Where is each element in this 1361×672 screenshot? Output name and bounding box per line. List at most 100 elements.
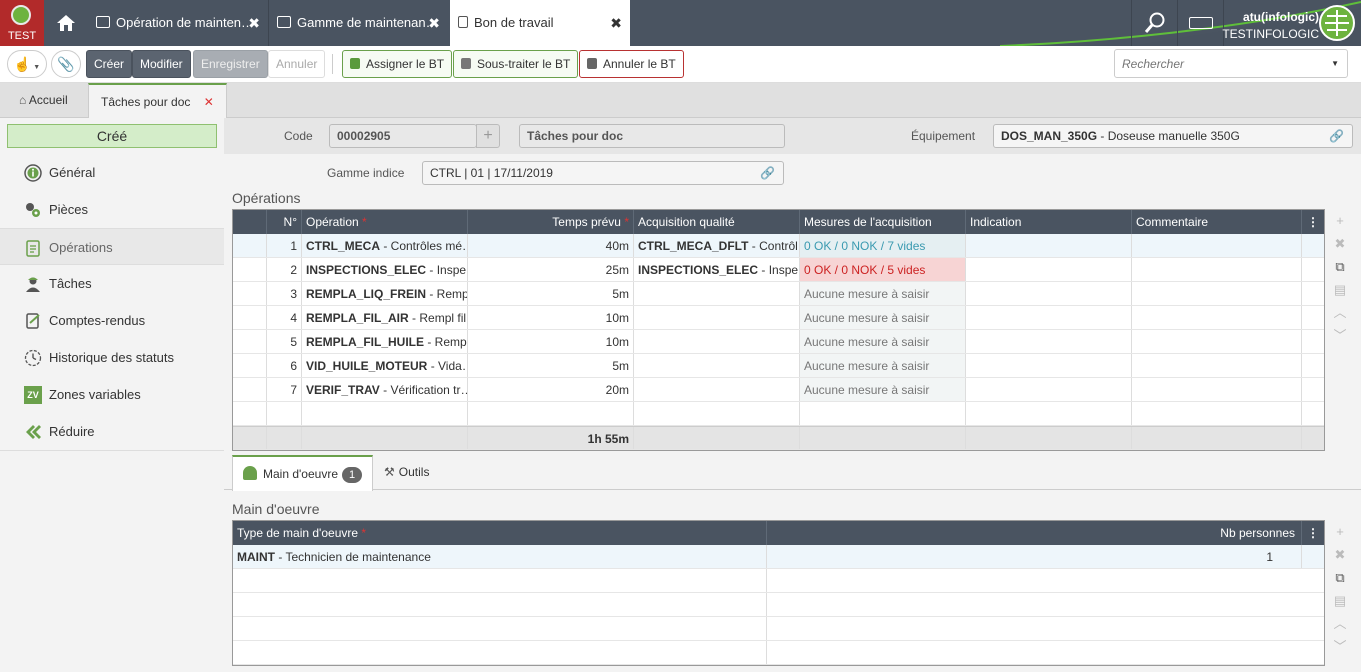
search-input[interactable] (1115, 50, 1315, 77)
op-indication-cell[interactable] (966, 258, 1132, 281)
table-row-empty[interactable] (233, 617, 1324, 641)
title-field[interactable]: Tâches pour doc (519, 124, 785, 148)
table-row-empty[interactable] (233, 569, 1324, 593)
op-indication-cell[interactable] (966, 234, 1132, 257)
op-commentaire-cell[interactable] (1132, 282, 1302, 305)
attachment-button[interactable]: 📎 (51, 50, 81, 78)
op-acquisition-cell[interactable] (634, 378, 800, 401)
op-mesures-cell[interactable]: Aucune mesure à saisir (800, 354, 966, 377)
link-icon[interactable]: 🔗 (760, 162, 775, 184)
sidebar-item-comptes-rendus[interactable]: Comptes-rendus (0, 302, 224, 339)
paste-icon[interactable]: ▤ (1329, 589, 1351, 612)
table-row[interactable]: 4REMPLA_FIL_AIR - Rempl fil…10mAucune me… (233, 306, 1324, 330)
row-select-cell[interactable] (233, 306, 267, 329)
sidebar-item-zones-variables[interactable]: ZV Zones variables (0, 376, 224, 413)
user-menu[interactable]: atu(infologic) TESTINFOLOGIC (1222, 0, 1361, 46)
op-acquisition-cell[interactable]: INSPECTIONS_ELEC - Inspe… (634, 258, 800, 281)
op-temps-cell[interactable]: 20m (468, 378, 634, 401)
op-operation-cell[interactable]: REMPLA_LIQ_FREIN - Remp… (302, 282, 468, 305)
op-indication-cell[interactable] (966, 378, 1132, 401)
sidebar-item-taches[interactable]: Tâches (0, 265, 224, 302)
keyboard-button[interactable] (1177, 0, 1223, 46)
op-mesures-cell[interactable]: 0 OK / 0 NOK / 7 vides (800, 234, 966, 257)
table-row[interactable]: 2INSPECTIONS_ELEC - Inspe…25mINSPECTIONS… (233, 258, 1324, 282)
table-row-empty[interactable] (233, 593, 1324, 617)
op-commentaire-cell[interactable] (1132, 354, 1302, 377)
equipment-field[interactable]: DOS_MAN_350G - Doseuse manuelle 350G 🔗 (993, 124, 1353, 148)
op-operation-cell[interactable]: VERIF_TRAV - Vérification tr… (302, 378, 468, 401)
column-header-mesures[interactable]: Mesures de l'acquisition (800, 210, 966, 234)
subcontract-bt-button[interactable]: Sous-traiter le BT (453, 50, 579, 78)
op-temps-cell[interactable]: 10m (468, 330, 634, 353)
delete-row-icon[interactable]: ✖ (1329, 543, 1351, 566)
sidebar-item-operations[interactable]: Opérations (0, 228, 224, 265)
op-acquisition-cell[interactable]: CTRL_MECA_DFLT - Contrôl… (634, 234, 800, 257)
copy-icon[interactable]: ⧉ (1329, 566, 1351, 589)
op-mesures-cell[interactable]: 0 OK / 0 NOK / 5 vides (800, 258, 966, 281)
link-icon[interactable]: 🔗 (1329, 125, 1344, 147)
tab-outils[interactable]: ⚒ Outils (374, 455, 439, 490)
op-operation-cell[interactable]: INSPECTIONS_ELEC - Inspe… (302, 258, 468, 281)
op-operation-cell[interactable]: REMPLA_FIL_HUILE - Remp… (302, 330, 468, 353)
op-commentaire-cell[interactable] (1132, 258, 1302, 281)
row-select-cell[interactable] (233, 258, 267, 281)
column-header-indication[interactable]: Indication (966, 210, 1132, 234)
column-header-acquisition[interactable]: Acquisition qualité (634, 210, 800, 234)
tab-taches-pour-doc[interactable]: Tâches pour doc ✕ (88, 83, 227, 119)
create-button[interactable]: Créer (86, 50, 133, 78)
op-indication-cell[interactable] (966, 282, 1132, 305)
add-code-button[interactable]: + (476, 124, 500, 148)
move-up-icon[interactable]: ︿ (1329, 301, 1351, 324)
sidebar-item-general[interactable]: Général (0, 154, 224, 191)
table-row-empty[interactable] (233, 641, 1324, 665)
modify-button[interactable]: Modifier (132, 50, 191, 78)
row-select-cell[interactable] (233, 282, 267, 305)
op-acquisition-cell[interactable] (634, 330, 800, 353)
row-select-cell[interactable] (233, 354, 267, 377)
search-select[interactable]: ▼ (1114, 49, 1348, 78)
cancel-button[interactable]: Annuler (268, 50, 326, 78)
tab-accueil[interactable]: ⌂ Accueil (7, 83, 80, 118)
table-row[interactable]: MAINT - Technicien de maintenance 1 (233, 545, 1324, 569)
table-row[interactable]: 6VID_HUILE_MOTEUR - Vida…5mAucune mesure… (233, 354, 1324, 378)
delete-row-icon[interactable]: ✖ (1329, 232, 1351, 255)
op-commentaire-cell[interactable] (1132, 234, 1302, 257)
close-icon[interactable]: ✖ (428, 0, 440, 46)
global-search-button[interactable] (1131, 0, 1177, 46)
table-row[interactable]: 1 CTRL_MECA - Contrôles mé… 40m CTRL_MECA_D… (233, 234, 1324, 258)
home-button[interactable] (44, 0, 88, 46)
op-indication-cell[interactable] (966, 330, 1132, 353)
move-up-icon[interactable]: ︿ (1329, 612, 1351, 635)
sidebar-item-reduire[interactable]: Réduire (0, 413, 224, 450)
op-mesures-cell[interactable]: Aucune mesure à saisir (800, 282, 966, 305)
labor-type-cell[interactable]: MAINT - Technicien de maintenance (233, 545, 767, 568)
table-row[interactable]: 5REMPLA_FIL_HUILE - Remp…10mAucune mesur… (233, 330, 1324, 354)
column-menu-button[interactable]: ⋮ (1302, 521, 1324, 545)
tab-main-oeuvre[interactable]: Main d'oeuvre 1 (232, 455, 373, 491)
cancel-bt-button[interactable]: Annuler le BT (579, 50, 684, 78)
table-row-empty[interactable] (233, 402, 1324, 426)
op-temps-cell[interactable]: 10m (468, 306, 634, 329)
close-icon[interactable]: ✕ (204, 95, 214, 109)
op-temps-cell[interactable]: 40m (468, 234, 634, 257)
op-temps-cell[interactable]: 5m (468, 354, 634, 377)
column-header-num[interactable]: N° (267, 210, 302, 234)
column-menu-button[interactable]: ⋮ (1302, 210, 1324, 234)
op-indication-cell[interactable] (966, 306, 1132, 329)
paste-icon[interactable]: ▤ (1329, 278, 1351, 301)
window-tab-operation[interactable]: Opération de mainten… ✖ (88, 0, 268, 46)
close-icon[interactable]: ✖ (248, 0, 260, 46)
close-icon[interactable]: ✖ (610, 0, 622, 46)
avatar[interactable] (1319, 5, 1355, 41)
op-temps-cell[interactable]: 5m (468, 282, 634, 305)
labor-nb-cell[interactable]: 1 (767, 545, 1302, 568)
sidebar-item-pieces[interactable]: Pièces (0, 191, 224, 228)
copy-icon[interactable]: ⧉ (1329, 255, 1351, 278)
env-logo[interactable]: TEST (0, 0, 44, 46)
column-header-operation[interactable]: Opération * (302, 210, 468, 234)
column-header-type[interactable]: Type de main d'oeuvre * (233, 521, 767, 545)
op-mesures-cell[interactable]: Aucune mesure à saisir (800, 378, 966, 401)
assign-bt-button[interactable]: Assigner le BT (342, 50, 453, 78)
op-temps-cell[interactable]: 25m (468, 258, 634, 281)
table-row[interactable]: 3REMPLA_LIQ_FREIN - Remp…5mAucune mesure… (233, 282, 1324, 306)
